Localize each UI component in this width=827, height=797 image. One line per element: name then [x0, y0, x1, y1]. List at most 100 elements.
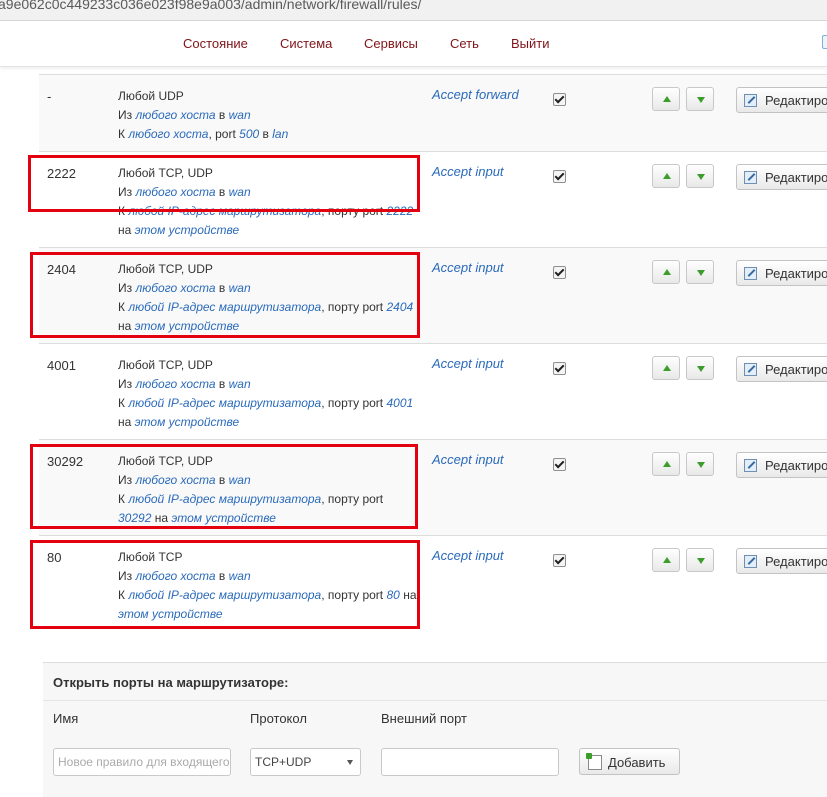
external-port-input[interactable]: [381, 748, 559, 776]
device-link[interactable]: этом устройстве: [118, 607, 223, 621]
protocol-select[interactable]: TCP+UDP: [250, 748, 361, 776]
rule-name: 30292: [47, 454, 84, 469]
move-down-button[interactable]: [686, 260, 714, 284]
arrow-down-icon: [697, 174, 705, 180]
arrow-down-icon: [697, 462, 705, 468]
move-up-button[interactable]: [652, 260, 680, 284]
edit-button[interactable]: Редактировать: [736, 164, 827, 190]
device-link[interactable]: этом устройстве: [135, 415, 240, 429]
address-bar[interactable]: a9e062c0c449233c036e023f98e9a003/admin/n…: [0, 0, 827, 21]
device-link[interactable]: этом устройстве: [135, 223, 240, 237]
rule-action-link[interactable]: Accept input: [432, 452, 504, 467]
rule-protocol: Любой UDP: [118, 89, 184, 103]
arrow-up-icon: [663, 461, 671, 467]
rule-source: Из любого хоста в wan: [118, 108, 251, 122]
chevron-down-icon: [347, 760, 353, 765]
arrow-down-icon: [697, 270, 705, 276]
nav-system[interactable]: Система: [280, 36, 332, 51]
rule-protocol: Любой TCP, UDP: [118, 166, 213, 180]
edit-button[interactable]: Редактировать: [736, 452, 827, 478]
table-row: 30292 Любой TCP, UDP Из любого хоста в w…: [39, 439, 827, 536]
rule-action-link[interactable]: Accept input: [432, 260, 504, 275]
rule-action-link[interactable]: Accept input: [432, 164, 504, 179]
rule-enabled-checkbox[interactable]: [553, 458, 566, 471]
dest-port-link[interactable]: 4001: [386, 396, 413, 410]
source-zone-link[interactable]: wan: [229, 569, 251, 583]
rule-enabled-checkbox[interactable]: [553, 93, 566, 106]
rule-description: Любой TCP Из любого хоста в wan К любой …: [118, 548, 418, 624]
move-down-button[interactable]: [686, 356, 714, 380]
device-link[interactable]: этом устройстве: [171, 511, 276, 525]
rule-action-link[interactable]: Accept input: [432, 548, 504, 563]
source-zone-link[interactable]: wan: [229, 377, 251, 391]
rule-description: Любой TCP, UDP Из любого хоста в wan К л…: [118, 452, 418, 528]
nav-network[interactable]: Сеть: [450, 36, 479, 51]
dest-host-link[interactable]: любой IP-адрес маршрутизатора: [128, 204, 321, 218]
move-down-button[interactable]: [686, 548, 714, 572]
source-zone-link[interactable]: wan: [229, 185, 251, 199]
rule-source: Из любого хоста в wan: [118, 377, 251, 391]
rule-name: 4001: [47, 358, 76, 373]
protocol-value: TCP+UDP: [255, 755, 312, 769]
source-host-link[interactable]: любого хоста: [135, 473, 215, 487]
edit-icon: [744, 555, 757, 568]
dest-port-link[interactable]: 2222: [386, 204, 413, 218]
dest-host-link[interactable]: любой IP-адрес маршрутизатора: [128, 396, 321, 410]
rule-action-link[interactable]: Accept input: [432, 356, 504, 371]
rule-protocol: Любой TCP, UDP: [118, 358, 213, 372]
add-button[interactable]: Добавить: [579, 748, 680, 775]
source-host-link[interactable]: любого хоста: [135, 108, 215, 122]
rule-enabled-checkbox[interactable]: [553, 170, 566, 183]
nav-services[interactable]: Сервисы: [364, 36, 418, 51]
dest-host-link[interactable]: любой IP-адрес маршрутизатора: [128, 492, 321, 506]
col-header-external-port: Внешний порт: [381, 711, 467, 726]
arrow-up-icon: [663, 96, 671, 102]
dest-zone-link[interactable]: lan: [272, 127, 288, 141]
url-text[interactable]: a9e062c0c449233c036e023f98e9a003/admin/n…: [0, 0, 421, 11]
dest-host-link[interactable]: любой IP-адрес маршрутизатора: [128, 300, 321, 314]
source-host-link[interactable]: любого хоста: [135, 281, 215, 295]
rule-name: -: [47, 89, 52, 104]
move-up-button[interactable]: [652, 87, 680, 111]
dest-host-link[interactable]: любой IP-адрес маршрутизатора: [128, 588, 321, 602]
dest-port-link[interactable]: 30292: [118, 511, 151, 525]
move-up-button[interactable]: [652, 356, 680, 380]
device-link[interactable]: этом устройстве: [135, 319, 240, 333]
source-zone-link[interactable]: wan: [229, 281, 251, 295]
move-down-button[interactable]: [686, 164, 714, 188]
rule-source: Из любого хоста в wan: [118, 473, 251, 487]
edit-button[interactable]: Редактировать: [736, 356, 827, 382]
edit-button[interactable]: Редактировать: [736, 260, 827, 286]
source-zone-link[interactable]: wan: [229, 108, 251, 122]
dest-host-link[interactable]: любого хоста: [128, 127, 208, 141]
rule-enabled-checkbox[interactable]: [553, 266, 566, 279]
edit-button[interactable]: Редактировать: [736, 87, 827, 113]
nav-status[interactable]: Состояние: [183, 36, 248, 51]
edit-icon: [744, 363, 757, 376]
move-up-button[interactable]: [652, 452, 680, 476]
dest-port-link[interactable]: 500: [239, 127, 259, 141]
source-zone-link[interactable]: wan: [229, 473, 251, 487]
rule-protocol: Любой TCP, UDP: [118, 454, 213, 468]
move-up-button[interactable]: [652, 548, 680, 572]
rule-device: этом устройстве: [118, 605, 418, 624]
dest-port-link[interactable]: 2404: [386, 300, 413, 314]
move-down-button[interactable]: [686, 452, 714, 476]
rule-destination: К любой IP-адрес маршрутизатора, порту p…: [118, 204, 414, 218]
rule-device: на этом устройстве: [118, 223, 240, 237]
edge-icon[interactable]: [822, 35, 827, 49]
move-up-button[interactable]: [652, 164, 680, 188]
source-host-link[interactable]: любого хоста: [135, 377, 215, 391]
rule-enabled-checkbox[interactable]: [553, 362, 566, 375]
rule-enabled-checkbox[interactable]: [553, 554, 566, 567]
rule-name-input[interactable]: Новое правило для входящего: [53, 748, 231, 776]
edit-button[interactable]: Редактировать: [736, 548, 827, 574]
rule-action-link[interactable]: Accept forward: [432, 87, 519, 102]
rule-description: Любой TCP, UDP Из любого хоста в wan К л…: [118, 164, 418, 240]
source-host-link[interactable]: любого хоста: [135, 185, 215, 199]
nav-logout[interactable]: Выйти: [511, 36, 550, 51]
source-host-link[interactable]: любого хоста: [135, 569, 215, 583]
move-down-button[interactable]: [686, 87, 714, 111]
rule-source: Из любого хоста в wan: [118, 185, 251, 199]
dest-port-link[interactable]: 80: [386, 588, 399, 602]
